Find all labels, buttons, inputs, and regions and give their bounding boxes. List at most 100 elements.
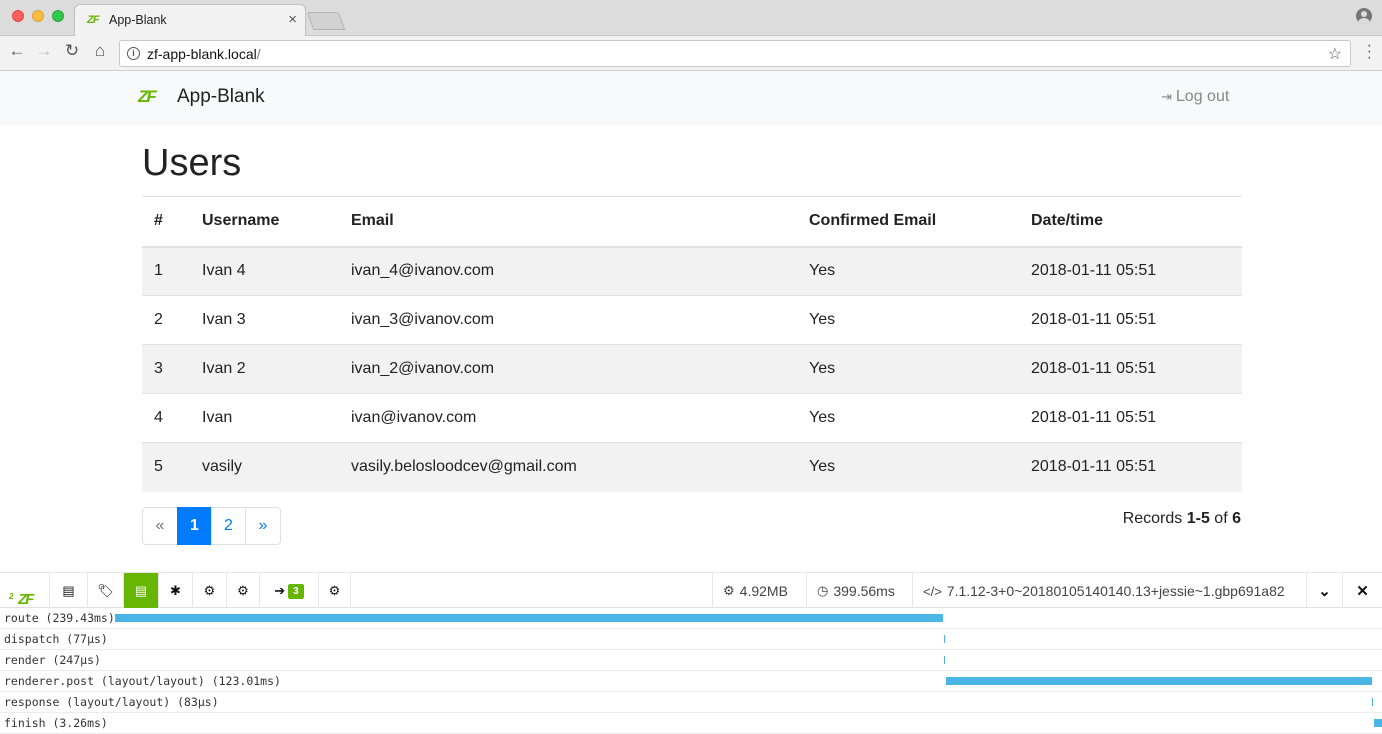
- column-header-datetime: Date/time: [1019, 196, 1242, 248]
- timeline-label: dispatch (77μs): [4, 632, 108, 646]
- table-row: 2 Ivan 3 ivan_3@ivanov.com Yes 2018-01-1…: [142, 295, 1242, 345]
- request-panel-button[interactable]: ▤: [50, 573, 88, 609]
- timeline-label: finish (3.26ms): [4, 716, 108, 730]
- extra-settings-button[interactable]: ⚙: [319, 573, 351, 609]
- brand-name[interactable]: App-Blank: [177, 86, 265, 108]
- cell-username: Ivan 4: [190, 246, 339, 296]
- window-zoom-button[interactable]: [52, 10, 64, 22]
- cell-id: 1: [142, 246, 190, 296]
- logout-link[interactable]: ⇥ Log out: [1161, 88, 1229, 106]
- pagination: « 1 2 »: [142, 507, 281, 545]
- cell-email: vasily.belosloodcev@gmail.com: [339, 442, 797, 492]
- clock-icon: ◷: [817, 583, 829, 598]
- timeline-bar: [1374, 719, 1382, 727]
- cell-id: 3: [142, 344, 190, 394]
- gear-icon: ⚙: [328, 583, 341, 598]
- chevron-down-icon: ⌄: [1318, 583, 1331, 600]
- cell-confirmed: Yes: [797, 295, 1019, 345]
- timeline-label: renderer.post (layout/layout) (123.01ms): [4, 674, 281, 688]
- cell-datetime: 2018-01-11 05:51: [1019, 295, 1242, 345]
- tags-panel-button[interactable]: 🏷: [88, 573, 124, 609]
- timeline-panel-button[interactable]: ▤: [124, 573, 159, 609]
- info-icon[interactable]: i: [127, 47, 140, 60]
- cell-username: Ivan: [190, 393, 339, 443]
- reload-icon[interactable]: ↻: [62, 41, 82, 61]
- arrow-right-icon: ➔: [274, 583, 286, 598]
- address-bar[interactable]: i zf-app-blank.local/ ☆: [119, 40, 1351, 67]
- browser-tab-bar: ZF App-Blank ×: [0, 0, 1382, 37]
- settings-panel-button[interactable]: ⚙: [227, 573, 260, 609]
- timeline-row: finish (3.26ms): [0, 713, 1382, 734]
- cell-id: 4: [142, 393, 190, 443]
- column-header-confirmed: Confirmed Email: [797, 196, 1019, 248]
- cell-id: 5: [142, 442, 190, 492]
- timeline-row: renderer.post (layout/layout) (123.01ms): [0, 671, 1382, 692]
- timeline-label: render (247μs): [4, 653, 101, 667]
- config-panel-button[interactable]: ⚙: [193, 573, 227, 609]
- pagination-page-1[interactable]: 1: [177, 507, 212, 545]
- timeline-panel: route (239.43ms) dispatch (77μs) render …: [0, 608, 1382, 734]
- cell-email: ivan_4@ivanov.com: [339, 246, 797, 296]
- browser-toolbar: ← → ↻ ⌂ i zf-app-blank.local/ ☆ · · ·: [0, 36, 1382, 71]
- zf2-logo-icon[interactable]: ZF 2: [0, 573, 50, 609]
- timeline-bar: [944, 635, 945, 643]
- url-text[interactable]: zf-app-blank.local/: [147, 46, 261, 62]
- time-stat[interactable]: ◷ 399.56ms: [806, 573, 912, 609]
- cell-id: 2: [142, 295, 190, 345]
- browser-menu-icon[interactable]: · · ·: [1367, 38, 1372, 66]
- column-header-username: Username: [190, 196, 339, 248]
- cell-username: Ivan 2: [190, 344, 339, 394]
- timeline-row: dispatch (77μs): [0, 629, 1382, 650]
- timeline-row: response (layout/layout) (83μs): [0, 692, 1382, 713]
- window-minimize-button[interactable]: [32, 10, 44, 22]
- cell-datetime: 2018-01-11 05:51: [1019, 393, 1242, 443]
- memory-stat[interactable]: ⚙ 4.92MB: [712, 573, 806, 609]
- window-close-button[interactable]: [12, 10, 24, 22]
- tab-close-icon[interactable]: ×: [288, 11, 297, 28]
- cell-confirmed: Yes: [797, 442, 1019, 492]
- table-header-row: # Username Email Confirmed Email Date/ti…: [142, 196, 1242, 248]
- timeline-bar: [115, 614, 943, 622]
- table-row: 5 vasily vasily.belosloodcev@gmail.com Y…: [142, 442, 1242, 492]
- developer-toolbar: ZF 2 ▤ 🏷 ▤ ✱ ⚙ ⚙ ➔ 3 ⚙ ⚙ 4.92MB ◷ 399.56ms <…: [0, 572, 1382, 609]
- app-navbar: ZF App-Blank ⇥ Log out: [0, 71, 1382, 125]
- timeline-icon: ▤: [134, 583, 148, 598]
- events-panel-button[interactable]: ➔ 3: [260, 573, 319, 609]
- bug-icon: ✱: [170, 583, 181, 598]
- bookmark-star-icon[interactable]: ☆: [1328, 44, 1342, 64]
- column-header-email: Email: [339, 196, 797, 248]
- cell-datetime: 2018-01-11 05:51: [1019, 344, 1242, 394]
- bug-panel-button[interactable]: ✱: [159, 573, 193, 609]
- records-summary: Records 1-5 of 6: [1122, 510, 1241, 527]
- toolbar-collapse-button[interactable]: ⌄: [1306, 573, 1342, 609]
- cell-email: ivan_2@ivanov.com: [339, 344, 797, 394]
- pagination-next-button[interactable]: »: [245, 507, 281, 545]
- toolbar-close-button[interactable]: ✕: [1342, 573, 1382, 609]
- timeline-label: response (layout/layout) (83μs): [4, 695, 219, 709]
- browser-tab[interactable]: ZF App-Blank ×: [74, 4, 306, 37]
- new-tab-button[interactable]: [306, 12, 346, 30]
- cell-confirmed: Yes: [797, 246, 1019, 296]
- pagination-page-2[interactable]: 2: [211, 507, 246, 545]
- timeline-bar: [1372, 698, 1373, 706]
- close-icon: ✕: [1356, 583, 1369, 600]
- pagination-prev-button[interactable]: «: [142, 507, 178, 545]
- timeline-label: route (239.43ms): [4, 611, 115, 625]
- cogs-icon: ⚙: [723, 583, 735, 598]
- cell-username: vasily: [190, 442, 339, 492]
- profile-icon[interactable]: [1356, 8, 1372, 24]
- list-icon: ▤: [62, 583, 75, 598]
- events-count-badge: 3: [288, 583, 304, 599]
- timeline-row: render (247μs): [0, 650, 1382, 671]
- forward-arrow-icon[interactable]: →: [34, 41, 54, 61]
- php-version-stat[interactable]: </> 7.1.12-3+0~20180105140140.13+jessie~1…: [912, 573, 1306, 609]
- zf-logo-icon[interactable]: ZF: [138, 87, 157, 107]
- cell-email: ivan_3@ivanov.com: [339, 295, 797, 345]
- home-icon[interactable]: ⌂: [90, 41, 110, 61]
- cell-datetime: 2018-01-11 05:51: [1019, 442, 1242, 492]
- back-arrow-icon[interactable]: ←: [7, 41, 27, 61]
- column-header-id: #: [142, 196, 190, 248]
- zf-favicon-icon: ZF: [87, 14, 99, 26]
- gear-icon: ⚙: [237, 583, 249, 598]
- cell-email: ivan@ivanov.com: [339, 393, 797, 443]
